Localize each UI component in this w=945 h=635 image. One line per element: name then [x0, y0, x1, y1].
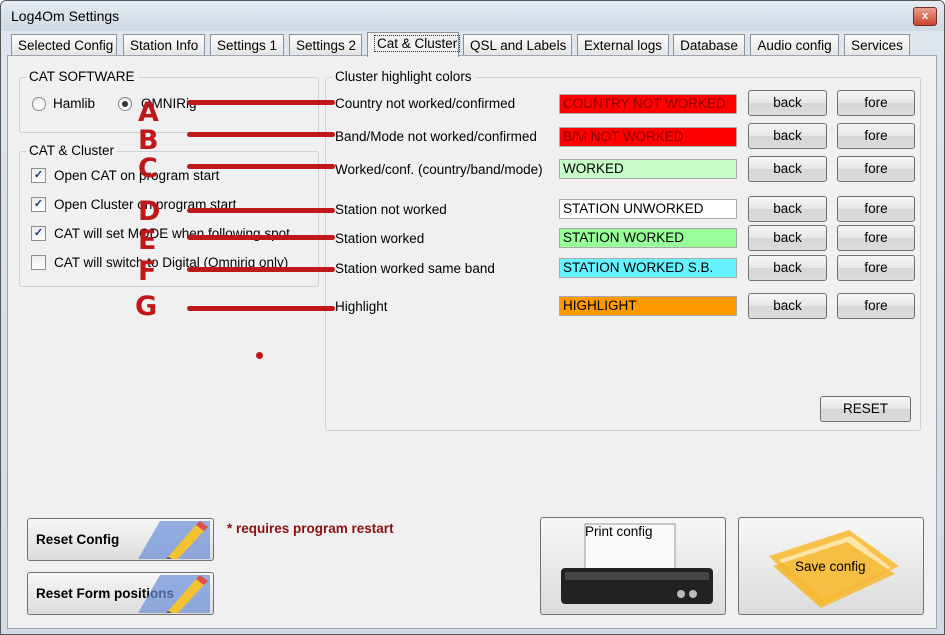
fore-button[interactable]: fore	[837, 255, 915, 281]
color-sample-country-not-worked: COUNTRY NOT WORKED	[559, 94, 737, 114]
fore-button[interactable]: fore	[837, 90, 915, 116]
color-sample-highlight: HIGHLIGHT	[559, 296, 737, 316]
reset-config-button[interactable]: Reset Config	[27, 518, 214, 561]
back-button[interactable]: back	[748, 156, 827, 182]
tab-audio-config[interactable]: Audio config	[750, 34, 839, 56]
check-open-cat[interactable]: ✓	[31, 168, 46, 183]
close-icon[interactable]: x	[913, 7, 937, 26]
radio-hamlib-label: Hamlib	[53, 96, 96, 111]
color-sample-station-worked: STATION WORKED	[559, 228, 737, 248]
annotation-letter-g: G	[135, 291, 158, 322]
pencil-icon	[138, 575, 210, 613]
highlight-row-label: Band/Mode not worked/confirmed	[335, 129, 537, 144]
annotation-letter-c: C	[138, 153, 158, 184]
color-sample-station-unworked: STATION UNWORKED	[559, 199, 737, 219]
back-button[interactable]: back	[748, 123, 827, 149]
fore-button[interactable]: fore	[837, 156, 915, 182]
annotation-line	[187, 100, 335, 105]
cat-cluster-title: CAT & Cluster	[26, 143, 118, 158]
print-config-label: Print config	[585, 524, 653, 539]
reset-config-label: Reset Config	[36, 532, 120, 547]
radio-omnirig[interactable]	[118, 97, 132, 111]
back-button[interactable]: back	[748, 90, 827, 116]
save-config-button[interactable]: Save config	[738, 517, 924, 615]
tab-services[interactable]: Services	[844, 34, 910, 56]
tab-external-logs[interactable]: External logs	[577, 34, 669, 56]
fore-button[interactable]: fore	[837, 225, 915, 251]
annotation-line	[187, 132, 335, 137]
annotation-letter-d: D	[138, 196, 161, 227]
back-button[interactable]: back	[748, 225, 827, 251]
pencil-icon	[138, 521, 210, 559]
check-cat-digital[interactable]	[31, 255, 46, 270]
back-button[interactable]: back	[748, 255, 827, 281]
check-open-cat-label: Open CAT on program start	[54, 168, 220, 183]
highlight-colors-title: Cluster highlight colors	[332, 69, 475, 84]
highlight-row-label: Worked/conf. (country/band/mode)	[335, 162, 543, 177]
annotation-line	[187, 267, 335, 272]
reset-form-positions-button[interactable]: Reset Form positions	[27, 572, 214, 615]
annotation-letter-a: A	[138, 97, 159, 128]
tab-settings-1[interactable]: Settings 1	[210, 34, 284, 56]
color-sample-band-mode-not-worked: B/M NOT WORKED	[559, 127, 737, 147]
tab-qsl-labels[interactable]: QSL and Labels	[463, 34, 572, 56]
check-cat-set-mode[interactable]: ✓	[31, 226, 46, 241]
check-open-cluster[interactable]: ✓	[31, 197, 46, 212]
annotation-line	[187, 235, 335, 240]
restart-note: * requires program restart	[227, 521, 394, 536]
highlight-row-label: Station worked same band	[335, 261, 495, 276]
annotation-line	[187, 164, 335, 169]
tab-settings-2[interactable]: Settings 2	[289, 34, 362, 56]
tab-cat-cluster[interactable]: Cat & Cluster	[367, 32, 461, 57]
color-sample-worked: WORKED	[559, 159, 737, 179]
annotation-line	[187, 306, 335, 311]
fore-button[interactable]: fore	[837, 293, 915, 319]
tab-station-info[interactable]: Station Info	[123, 34, 205, 56]
annotation-letter-e: E	[138, 225, 157, 256]
title-bar: Log4Om Settings x	[1, 1, 944, 31]
print-config-button[interactable]: Print config	[540, 517, 726, 615]
reset-colors-button[interactable]: RESET	[820, 396, 911, 422]
highlight-row-label: Station not worked	[335, 202, 447, 217]
tab-selected-config[interactable]: Selected Config	[11, 34, 117, 56]
tab-database[interactable]: Database	[673, 34, 745, 56]
color-sample-station-worked-sb: STATION WORKED S.B.	[559, 258, 737, 278]
annotation-line	[187, 208, 335, 213]
fore-button[interactable]: fore	[837, 196, 915, 222]
settings-window: Log4Om Settings x Selected Config Statio…	[0, 0, 945, 635]
highlight-row-label: Station worked	[335, 231, 425, 246]
back-button[interactable]: back	[748, 293, 827, 319]
save-config-label: Save config	[795, 559, 866, 574]
cat-software-title: CAT SOFTWARE	[26, 69, 138, 84]
highlight-row-label: Highlight	[335, 299, 388, 314]
fore-button[interactable]: fore	[837, 123, 915, 149]
radio-hamlib[interactable]	[32, 97, 46, 111]
annotation-letter-b: B	[138, 125, 159, 156]
window-title: Log4Om Settings	[11, 8, 120, 24]
highlight-row-label: Country not worked/confirmed	[335, 96, 516, 111]
annotation-dot	[256, 352, 263, 359]
back-button[interactable]: back	[748, 196, 827, 222]
annotation-letter-f: F	[138, 256, 157, 287]
